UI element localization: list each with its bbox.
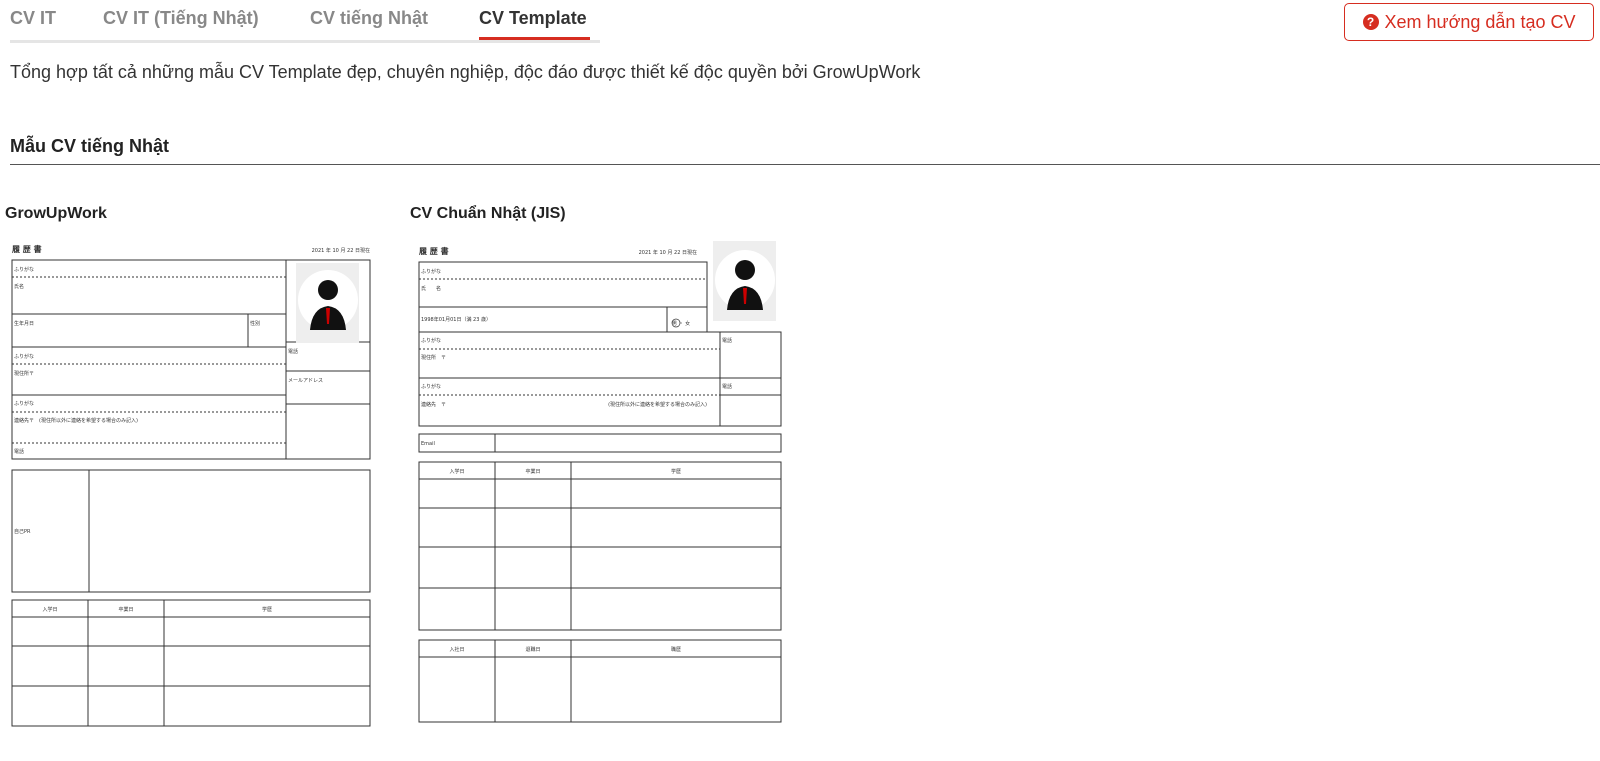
doc-grad-label: 卒業日 — [118, 606, 133, 613]
doc-contact-label: 連絡先 〒 — [421, 401, 446, 408]
doc-furigana-label: ふりがな — [421, 383, 441, 390]
doc-contact-label: 連絡先〒 (現住所以外に連絡を希望する場合のみ記入) — [14, 417, 138, 424]
doc-email-label: メールアドレス — [288, 378, 323, 384]
template-title-jis[interactable]: CV Chuẩn Nhật (JIS) — [410, 205, 566, 223]
section-divider — [10, 164, 1600, 165]
doc-pr-label: 自己PR — [14, 528, 31, 535]
doc-leave-label: 退職日 — [525, 646, 540, 653]
tab-cv-it-japanese[interactable]: CV IT (Tiếng Nhật) — [103, 8, 259, 29]
doc-birth-label: 生年月日 — [14, 320, 34, 327]
doc-edu-label: 学歴 — [671, 468, 681, 475]
doc-phone-label: 電話 — [288, 348, 298, 355]
doc-furigana-label: ふりがな — [14, 353, 34, 360]
doc-phone-label: 電話 — [722, 383, 732, 390]
doc-furigana-label: ふりがな — [421, 337, 441, 344]
doc-join-label: 入社日 — [449, 646, 464, 653]
doc-address-label: 現住所〒 — [14, 370, 34, 377]
doc-contact-note: (現住所以外に連絡を希望する場合のみ記入) — [608, 401, 707, 408]
doc-work-label: 職歴 — [671, 646, 681, 653]
doc-furigana-label: ふりがな — [14, 400, 34, 407]
question-circle-icon: ? — [1362, 14, 1379, 30]
section-title: Mẫu CV tiếng Nhật — [10, 136, 170, 156]
doc-phone-label: 電話 — [14, 448, 24, 455]
doc-edu-label: 学歴 — [262, 606, 272, 613]
doc-email-label: Email — [421, 441, 435, 447]
tab-cv-japanese[interactable]: CV tiếng Nhật — [310, 8, 428, 29]
active-tab-indicator — [479, 37, 590, 40]
doc-gender-value: 男 ・ 女 — [672, 320, 690, 327]
doc-phone-label: 電話 — [722, 337, 732, 344]
tab-bar: CV IT CV IT (Tiếng Nhật) CV tiếng Nhật C… — [10, 0, 600, 43]
doc-name-label: 氏 名 — [421, 285, 441, 292]
doc-date: 2021 年 10 月 22 日現在 — [639, 249, 697, 256]
intro-text: Tổng hợp tất cả những mẫu CV Template đẹ… — [10, 62, 921, 82]
cv-guide-button[interactable]: ? Xem hướng dẫn tạo CV — [1344, 3, 1594, 41]
doc-gender-label: 性別 — [250, 320, 260, 327]
doc-furigana-label: ふりがな — [421, 268, 441, 275]
doc-date: 2021 年 10 月 22 日現在 — [312, 247, 370, 254]
tab-cv-it[interactable]: CV IT — [10, 8, 56, 29]
doc-name-label: 氏名 — [14, 283, 24, 290]
doc-title: 履 歴 書 — [11, 244, 42, 254]
doc-enroll-label: 入学日 — [42, 606, 57, 613]
cv-guide-button-label: Xem hướng dẫn tạo CV — [1384, 11, 1576, 32]
doc-grad-label: 卒業日 — [525, 468, 540, 475]
template-thumbnail-jis[interactable]: 履 歴 書 2021 年 10 月 22 日現在 ふりがな 氏 名 1998年0… — [415, 238, 787, 730]
tab-cv-template[interactable]: CV Template — [479, 8, 587, 29]
doc-enroll-label: 入学日 — [449, 468, 464, 475]
template-thumbnail-growupwork[interactable]: 履 歴 書 2021 年 10 月 22 日現在 ふりがな 氏名 生年月日 性別… — [8, 238, 380, 730]
doc-furigana-label: ふりがな — [14, 266, 34, 273]
doc-title: 履 歴 書 — [418, 246, 449, 256]
doc-address-label: 現住所 〒 — [421, 354, 446, 361]
doc-birth-value: 1998年01月01日（満 23 歳） — [421, 316, 491, 323]
template-title-growupwork[interactable]: GrowUpWork — [5, 205, 107, 223]
